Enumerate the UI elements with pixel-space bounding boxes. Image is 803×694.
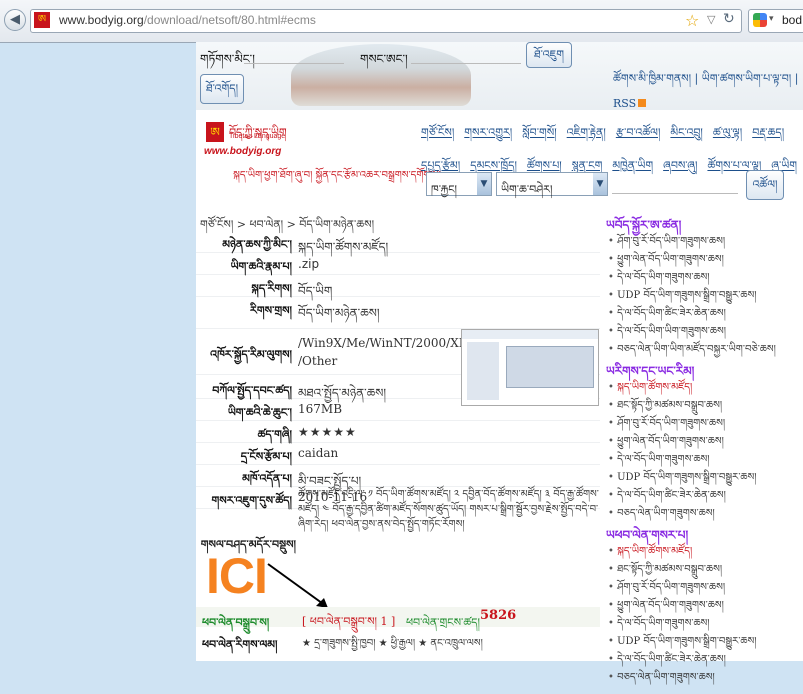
register-button[interactable]: ཐོ་འགོད། — [200, 74, 244, 104]
chevron-down-icon[interactable]: ▼ — [477, 173, 491, 195]
history-dropdown-icon[interactable]: ▽ — [707, 13, 715, 26]
detail-row: དྲ་ངོས་རྩོམ་པ། caidan — [196, 444, 600, 465]
arrow-icon — [267, 563, 328, 608]
rating-stars: ★★★★★ — [298, 425, 357, 439]
mirror-label: ཕབ་ལེན་རིགས་ལམ། — [202, 638, 278, 651]
logo-subtitle: Tibetan Language — [229, 133, 286, 140]
intro-text: ཚོགས་མཛོད་འདི་ལ་ ༡ བོད་ཡིག་ཚོགས་མཛོད། ༢ … — [298, 489, 599, 530]
nav-item[interactable]: མཁྱེན་ཡིག — [612, 153, 653, 184]
nav-item[interactable]: རྩ་བ་འཚོལ། — [616, 120, 661, 151]
download-count: 5826 — [480, 608, 517, 623]
reload-icon[interactable]: ↻ — [723, 11, 735, 27]
keyword-input[interactable] — [612, 193, 738, 194]
detail-row: མཁོ་འདོན་པ། མི་བཟང་སྤྱོད་པ། — [196, 466, 600, 488]
detail-row: ཡིག་ཆའི་རྣམ་པ། .zip — [196, 254, 600, 275]
announcement-text: སྐད་ཡིག་ཕྱག་ཐོག་ཞུ་བ། སྐྱོན་དང་རྩོམ་འཆར་… — [233, 170, 441, 181]
nav-row-1: གཙོ་ངོས། གསར་འགྱུར། སློབ་གསོ། འཇིག་རྟེན།… — [421, 120, 803, 151]
password-label: གསང་ཨང་། — [360, 52, 408, 66]
detail-key: རིགས་གྲས། — [250, 304, 292, 317]
site-favicon-icon: ཨ — [34, 12, 50, 28]
software-screenshot[interactable] — [461, 329, 599, 406]
detail-key: གསར་འཇུག་དུས་ཚོད། — [211, 494, 292, 507]
nav-item[interactable]: གསར་འགྱུར། — [464, 120, 512, 151]
url-path: /download/netsoft/80.html#ecms — [143, 13, 316, 27]
mirror-links[interactable]: ★ དྲ་གཟུགས་སྤྱི་ཁྱབ། ★ ཕྱི་རྒྱལ། ★ ནང་འཁ… — [302, 632, 483, 660]
detail-value: .zip — [298, 257, 320, 271]
nav-item[interactable]: བརྡ་ཆད། — [752, 120, 784, 151]
rss-icon[interactable] — [638, 99, 647, 107]
search-text[interactable]: bod — [782, 13, 802, 27]
top-links[interactable]: ཚོགས་མི་ཁྱིམ་གནས། | ཡིག་ཚགས་ཡིག་པ་ལྟ་བ། … — [613, 66, 803, 110]
field-select[interactable]: ཡིག་ཆ་བཤེར། ▼ — [496, 172, 608, 196]
web-page: གཏོགས་མིང་། གསང་ཨང་། ཐོ་འཇུག ཐོ་འགོད། ཚོ… — [196, 42, 803, 683]
detail-row: ཚད་གཞི། ★★★★★ — [196, 422, 600, 443]
nav-item[interactable]: ཚ་ལུ་ལྟ། — [713, 120, 742, 151]
logo-url[interactable]: www.bodyig.org — [204, 146, 281, 157]
login-button[interactable]: ཐོ་འཇུག — [526, 42, 572, 68]
detail-row: མཉེན་ཆས་ཀྱི་མིང་། སྐད་ཡིག་ཚོགས་མཛོད། — [196, 232, 600, 254]
nav-item[interactable]: གཙོ་ངོས། — [421, 120, 454, 151]
address-bar[interactable]: ཨ www.bodyig.org/download/netsoft/80.htm… — [30, 9, 742, 33]
browser-toolbar: ◀ ཨ www.bodyig.org/download/netsoft/80.h… — [0, 0, 803, 43]
chevron-down-icon[interactable]: ▼ — [593, 173, 607, 195]
nav-item[interactable]: སློབ་གསོ། — [522, 120, 556, 151]
detail-value: caidan — [298, 446, 339, 460]
sidebar-item[interactable]: བཅད་ལེན་ཡིག་གཟུགས་ཆས། — [608, 666, 715, 694]
bookmark-star-icon[interactable]: ☆ — [685, 11, 699, 30]
nav-item[interactable]: འཇིག་རྟེན། — [567, 120, 606, 151]
download-row: ཕབ་ལེན་བསྒྲུབ་ས། [ ཕབ་ལེན་བསྒྲུབ་ས། 1 ] … — [196, 607, 600, 629]
detail-value: /Win9X/Me/WinNT/2000/XP /Other — [298, 336, 467, 368]
ici-annotation: ICI — [206, 548, 268, 604]
nav-item[interactable]: ཞབས་ཞུ། — [663, 153, 697, 184]
google-icon[interactable] — [753, 13, 767, 27]
search-engine-dropdown-icon[interactable]: ▾ — [769, 14, 774, 24]
mirror-row: ཕབ་ལེན་རིགས་ལམ། ★ དྲ་གཟུགས་སྤྱི་ཁྱབ། ★ ཕ… — [196, 629, 600, 651]
screenshot-window — [506, 346, 594, 388]
category-select[interactable]: ཁ་རྐྱང། ▼ — [426, 172, 492, 196]
url-text[interactable]: www.bodyig.org/download/netsoft/80.html#… — [59, 13, 316, 27]
username-input[interactable] — [244, 63, 344, 64]
password-input[interactable] — [411, 63, 521, 64]
detail-value: 167MB — [298, 402, 343, 416]
detail-key: འཁོར་སྐྱོད་རིམ་ལུགས། — [210, 348, 292, 361]
detail-row: རིགས་གྲས། བོད་ཡིག་མཉེན་ཆས། — [196, 298, 600, 329]
category-select-value: ཁ་རྐྱང། — [431, 183, 457, 196]
back-icon[interactable]: ◀ — [4, 9, 26, 31]
screenshot-panel — [467, 342, 499, 400]
url-host: www.bodyig.org — [59, 13, 144, 27]
detail-row: སྐད་རིགས། བོད་ཡིག — [196, 276, 600, 298]
detail-value: བོད་ཡིག་མཉེན་ཆས། — [298, 306, 380, 320]
search-button[interactable]: འཚོལ། — [746, 170, 784, 200]
search-box[interactable]: ▾ bod — [748, 9, 803, 33]
field-select-value: ཡིག་ཆ་བཤེར། — [501, 183, 553, 196]
nav-item[interactable]: མིང་འབྲུ། — [670, 120, 702, 151]
site-logo-icon[interactable]: ཨ — [206, 122, 224, 142]
